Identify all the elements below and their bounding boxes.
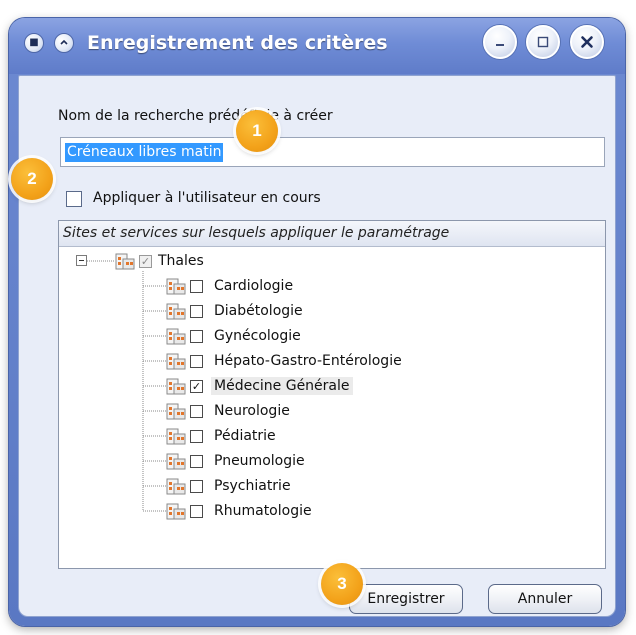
window-title: Enregistrement des critères bbox=[87, 32, 388, 54]
callout-badge-1: 1 bbox=[236, 110, 278, 152]
tree-item-label[interactable]: Psychiatrie bbox=[214, 477, 291, 495]
sites-services-panel: Sites et services sur lesquels appliquer… bbox=[58, 220, 606, 569]
tree-item-label[interactable]: Neurologie bbox=[214, 402, 290, 420]
hospital-icon bbox=[166, 278, 186, 295]
hospital-icon bbox=[166, 478, 186, 495]
tree-item-checkbox[interactable] bbox=[190, 330, 203, 343]
apply-user-checkbox[interactable] bbox=[66, 191, 82, 207]
minimize-icon bbox=[496, 44, 504, 46]
tree-root-label[interactable]: Thales bbox=[158, 252, 204, 270]
title-bar: ■ Enregistrement des critères bbox=[9, 18, 625, 74]
hospital-icon bbox=[166, 378, 186, 395]
tree-item-label[interactable]: Hépato-Gastro-Entérologie bbox=[214, 352, 402, 370]
tree-item-label[interactable]: Rhumatologie bbox=[214, 502, 312, 520]
maximize-icon bbox=[537, 36, 549, 48]
hospital-icon bbox=[166, 328, 186, 345]
apply-user-label[interactable]: Appliquer à l'utilisateur en cours bbox=[93, 190, 321, 206]
name-label: Nom de la recherche prédéfinie à créer bbox=[58, 108, 333, 124]
tree-item-checkbox[interactable] bbox=[190, 355, 203, 368]
callout-badge-3: 3 bbox=[321, 563, 363, 605]
tree-item-label[interactable]: Cardiologie bbox=[214, 277, 293, 295]
close-icon bbox=[581, 36, 593, 48]
tree-item-checkbox[interactable] bbox=[190, 455, 203, 468]
tree-item-label[interactable]: Pédiatrie bbox=[214, 427, 276, 445]
search-name-value: Créneaux libres matin bbox=[65, 143, 224, 162]
hospital-icon bbox=[166, 353, 186, 370]
tree-item-checkbox[interactable] bbox=[190, 505, 203, 518]
tree-item-label[interactable]: Médecine Générale bbox=[211, 377, 353, 395]
save-button[interactable]: Enregistrer bbox=[349, 584, 463, 614]
rollup-icon[interactable] bbox=[54, 33, 74, 53]
system-menu-icon[interactable]: ■ bbox=[24, 33, 44, 53]
chevron-icon bbox=[60, 39, 68, 45]
tree-item-label[interactable]: Diabétologie bbox=[214, 302, 303, 320]
search-name-input[interactable]: Créneaux libres matin bbox=[60, 137, 605, 167]
hospital-icon bbox=[166, 303, 186, 320]
tree-item-checkbox[interactable] bbox=[190, 405, 203, 418]
tree-item-checkbox[interactable] bbox=[190, 430, 203, 443]
tree-item-label[interactable]: Pneumologie bbox=[214, 452, 305, 470]
minimize-button[interactable] bbox=[483, 25, 517, 59]
tree-item-checkbox[interactable]: ✓ bbox=[190, 380, 203, 393]
hospital-icon bbox=[166, 503, 186, 520]
tree-item-checkbox[interactable] bbox=[190, 280, 203, 293]
maximize-button[interactable] bbox=[526, 25, 560, 59]
root-checkbox[interactable]: ✓ bbox=[139, 255, 152, 268]
dialog-content: Nom de la recherche prédéfinie à créer C… bbox=[18, 75, 616, 617]
callout-badge-2: 2 bbox=[11, 158, 53, 200]
hospital-icon bbox=[166, 428, 186, 445]
hospital-icon bbox=[166, 453, 186, 470]
cancel-button[interactable]: Annuler bbox=[488, 584, 602, 614]
close-button[interactable] bbox=[570, 25, 604, 59]
hospital-icon bbox=[166, 403, 186, 420]
hospital-icon bbox=[115, 253, 135, 270]
tree-item-checkbox[interactable] bbox=[190, 480, 203, 493]
tree-item-checkbox[interactable] bbox=[190, 305, 203, 318]
collapse-toggle[interactable] bbox=[76, 255, 87, 266]
dialog-window: ■ Enregistrement des critères Nom de la … bbox=[9, 18, 625, 626]
tree-item-label[interactable]: Gynécologie bbox=[214, 327, 301, 345]
